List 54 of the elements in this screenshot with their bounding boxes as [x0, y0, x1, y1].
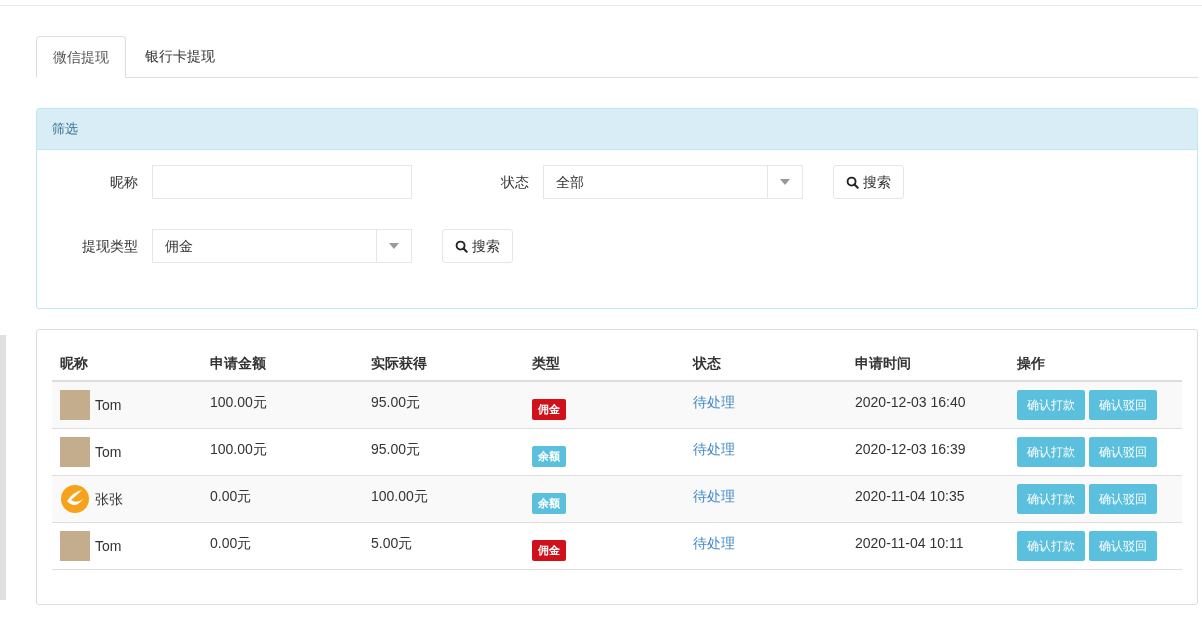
caret-icon — [389, 243, 399, 249]
column-header: 状态 — [693, 354, 721, 371]
tab[interactable]: 微信提现 — [36, 36, 126, 78]
search-icon — [455, 239, 468, 253]
table-cell-text: Tom — [95, 536, 122, 556]
panel-title: 筛选 — [52, 120, 78, 139]
action-button[interactable]: 确认打款 — [1017, 437, 1085, 467]
column-header: 昵称 — [60, 354, 88, 371]
search-icon — [846, 175, 859, 189]
action-button[interactable]: 确认驳回 — [1089, 390, 1157, 420]
column-header: 操作 — [1017, 354, 1045, 371]
column-header: 实际获得 — [371, 354, 427, 371]
table-cell: 0.00元 — [210, 535, 252, 551]
table-cell-text: Tom — [95, 395, 122, 415]
column-header: 申请时间 — [855, 354, 911, 371]
action-button[interactable]: 确认驳回 — [1089, 437, 1157, 467]
table-cell: 2020-12-03 16:39 — [855, 441, 966, 457]
action-button[interactable]: 确认打款 — [1017, 531, 1085, 561]
action-button[interactable]: 确认驳回 — [1089, 484, 1157, 514]
column-header: 类型 — [532, 354, 560, 371]
table-cell: 2020-11-04 10:11 — [855, 535, 964, 551]
action-button[interactable]: 确认驳回 — [1089, 531, 1157, 561]
type-tag: 余额 — [532, 493, 566, 514]
column-header: 申请金额 — [210, 354, 266, 371]
type-tag: 佣金 — [532, 399, 566, 420]
field-label: 状态 — [500, 172, 529, 192]
status-link[interactable]: 待处理 — [693, 535, 735, 551]
table-cell: 0.00元 — [210, 488, 252, 504]
table-cell-text: Tom — [95, 442, 122, 462]
action-button[interactable]: 确认打款 — [1017, 484, 1085, 514]
table-cell: 95.00元 — [371, 394, 421, 410]
field-label: 提现类型 — [81, 236, 138, 256]
table-cell: 95.00元 — [371, 441, 421, 457]
table-cell: 5.00元 — [371, 535, 413, 551]
table-cell: 2020-11-04 10:35 — [855, 488, 965, 504]
type-select[interactable]: 佣金 — [152, 229, 412, 263]
action-button[interactable]: 确认打款 — [1017, 390, 1085, 420]
caret-icon — [780, 179, 790, 185]
status-link[interactable]: 待处理 — [693, 441, 735, 457]
table-cell: 100.00元 — [210, 441, 267, 457]
nickname-field[interactable] — [152, 165, 412, 199]
search-button[interactable]: 搜索 — [833, 165, 904, 199]
table-cell: 2020-12-03 16:40 — [855, 394, 966, 410]
type-tag: 佣金 — [532, 540, 566, 561]
search-button[interactable]: 搜索 — [442, 229, 513, 263]
status-link[interactable]: 待处理 — [693, 394, 735, 410]
type-tag: 余额 — [532, 446, 566, 467]
table-cell: 100.00元 — [371, 488, 428, 504]
table-cell-text: 张张 — [95, 489, 123, 509]
status-link[interactable]: 待处理 — [693, 488, 735, 504]
field-label: 昵称 — [109, 172, 138, 192]
status-select[interactable]: 全部 — [543, 165, 803, 199]
tab[interactable]: 银行卡提现 — [126, 36, 234, 77]
table-cell: 100.00元 — [210, 394, 267, 410]
